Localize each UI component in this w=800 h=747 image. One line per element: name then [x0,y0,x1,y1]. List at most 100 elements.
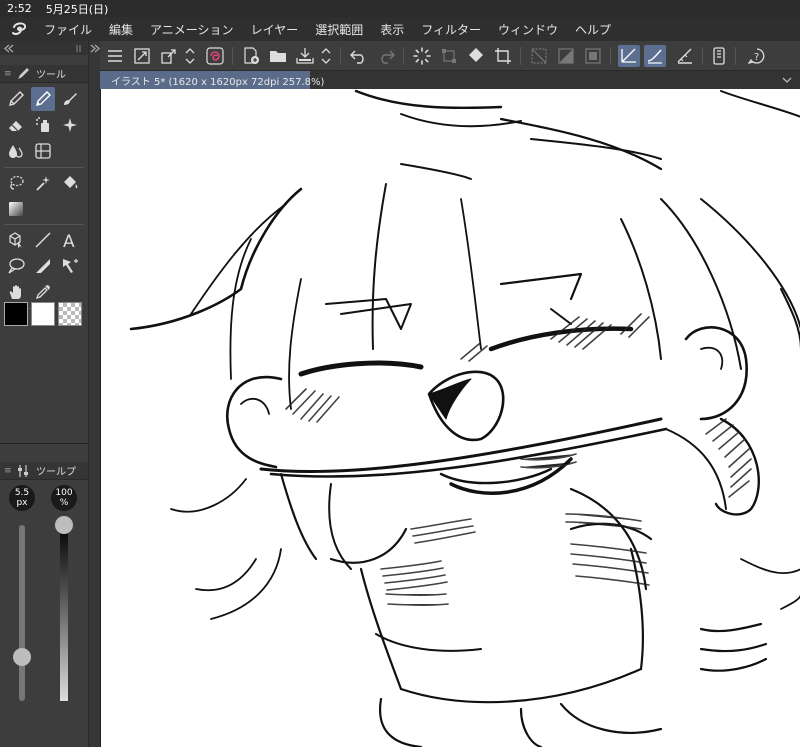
pen-tool-icon[interactable] [4,87,28,111]
app-logo-icon[interactable] [10,21,30,37]
new-layer-icon[interactable] [240,45,262,67]
airbrush-tool-icon[interactable] [31,113,55,137]
left-tool-panel: ≡ ツール A ≡ ツールプ 5.5 px 100 % [0,41,88,747]
document-tab-label: イラスト 5* (1620 x 1620px 72dpi 257.8%) [111,76,325,88]
invert-selection-icon[interactable] [582,45,604,67]
gradient-tool-icon[interactable] [4,197,28,221]
tool-divider [4,167,84,168]
toolbar-divider [610,47,611,65]
opacity-slider[interactable] [60,525,68,701]
menu-edit[interactable]: 編集 [109,21,133,38]
menu-window[interactable]: ウィンドウ [498,21,558,38]
toolbar-divider [735,47,736,65]
command-bar: ? [100,41,800,71]
menu-filter[interactable]: フィルター [421,21,481,38]
status-time: 2:52 [7,2,32,15]
toolbar-divider [340,47,341,65]
chibi-sketch-artwork [129,89,800,747]
copy-icon[interactable] [158,45,180,67]
pen-panel-icon [18,67,29,79]
redo-icon[interactable] [375,45,397,67]
correct-line-tool-icon[interactable] [31,254,55,278]
menu-icon[interactable] [104,45,126,67]
panel-menu-icon[interactable]: ≡ [4,466,12,476]
pencil-tool-icon[interactable] [31,87,55,111]
loading-icon[interactable] [411,45,433,67]
opacity-slider-knob[interactable] [55,516,73,534]
drawing-canvas[interactable] [100,89,800,747]
app-window: 2:52 5月25日(日) ファイル 編集 アニメーション レイヤー 選択範囲 … [0,0,800,747]
menu-selection[interactable]: 選択範囲 [315,21,363,38]
toolbar-divider [232,47,233,65]
blend-tool-icon[interactable] [4,139,28,163]
eraser-tool-icon[interactable] [4,113,28,137]
tool-panel-title: ツール [36,70,66,81]
brush-size-slider-knob[interactable] [13,648,31,666]
tool-panel-header[interactable]: ≡ ツール [0,65,88,83]
dock-collapse-bar[interactable] [88,41,100,747]
eyedropper-tool-icon[interactable] [31,280,55,304]
transform-icon[interactable] [438,45,460,67]
opacity-value: 100 [55,488,73,498]
toolbar-divider [520,47,521,65]
menu-file[interactable]: ファイル [44,21,92,38]
open-folder-icon[interactable] [267,45,289,67]
stabilizer-icon[interactable] [644,45,666,67]
panel-menu-icon[interactable]: ≡ [4,69,12,79]
move-tool-icon[interactable] [58,254,82,278]
undo-icon[interactable] [348,45,370,67]
tool-property-title: ツールプ [36,467,76,478]
document-tab[interactable]: イラスト 5* (1620 x 1620px 72dpi 257.8%) [100,71,324,89]
toolbar-divider [702,47,703,65]
hand-tool-icon[interactable] [4,280,28,304]
dock-collapse-icon[interactable] [4,44,14,53]
svg-text:A: A [63,232,75,249]
lasso-tool-icon[interactable] [4,171,28,195]
smartphone-icon[interactable] [708,45,730,67]
chevron-down-icon[interactable] [780,73,794,87]
balloon-tool-icon[interactable] [4,254,28,278]
svg-text:?: ? [754,52,759,63]
sub-color-swatch[interactable] [31,302,55,326]
status-bar: 2:52 5月25日(日) [0,0,800,17]
line-tool-icon[interactable] [31,228,55,252]
crop-icon[interactable] [492,45,514,67]
menu-view[interactable]: 表示 [380,21,404,38]
brush-size-unit: px [16,498,28,508]
dock-grip-icon[interactable] [76,44,82,53]
bucket-tool-icon[interactable] [58,171,82,195]
up-down-icon[interactable] [319,45,333,67]
panel-divider [0,443,88,444]
menu-animation[interactable]: アニメーション [150,21,234,38]
decoration-tool-icon[interactable] [58,113,82,137]
vector-eraser-icon[interactable] [618,45,640,67]
help-icon[interactable]: ? [746,45,768,67]
brush-tool-icon[interactable] [58,87,82,111]
swirl-icon[interactable] [204,45,226,67]
ruler-icon[interactable] [674,45,696,67]
deselect-icon[interactable] [528,45,550,67]
transparent-color-swatch[interactable] [58,302,82,326]
menu-help[interactable]: ヘルプ [575,21,611,38]
brush-size-value: 5.5 [14,488,30,498]
up-down-icon[interactable] [183,45,197,67]
text-tool-icon[interactable]: A [58,228,82,252]
opacity-badge: 100 % [51,485,77,511]
menu-layer[interactable]: レイヤー [251,21,299,38]
brush-size-badge: 5.5 px [9,485,35,511]
chevron-right-icon[interactable] [90,44,100,53]
resize-canvas-icon[interactable] [131,45,153,67]
magic-wand-tool-icon[interactable] [31,171,55,195]
document-tab-strip: イラスト 5* (1620 x 1620px 72dpi 257.8%) [100,71,800,89]
fill-icon[interactable] [465,45,487,67]
select-all-icon[interactable] [555,45,577,67]
tool-property-header[interactable]: ≡ ツールプ [0,462,88,480]
status-date: 5月25日(日) [45,2,109,16]
save-icon[interactable] [294,45,316,67]
main-color-swatch[interactable] [4,302,28,326]
brush-size-slider[interactable] [19,525,25,701]
opacity-unit: % [59,498,69,508]
toolbar-divider [403,47,404,65]
object-tool-icon[interactable] [4,228,28,252]
frame-tool-icon[interactable] [31,139,55,163]
